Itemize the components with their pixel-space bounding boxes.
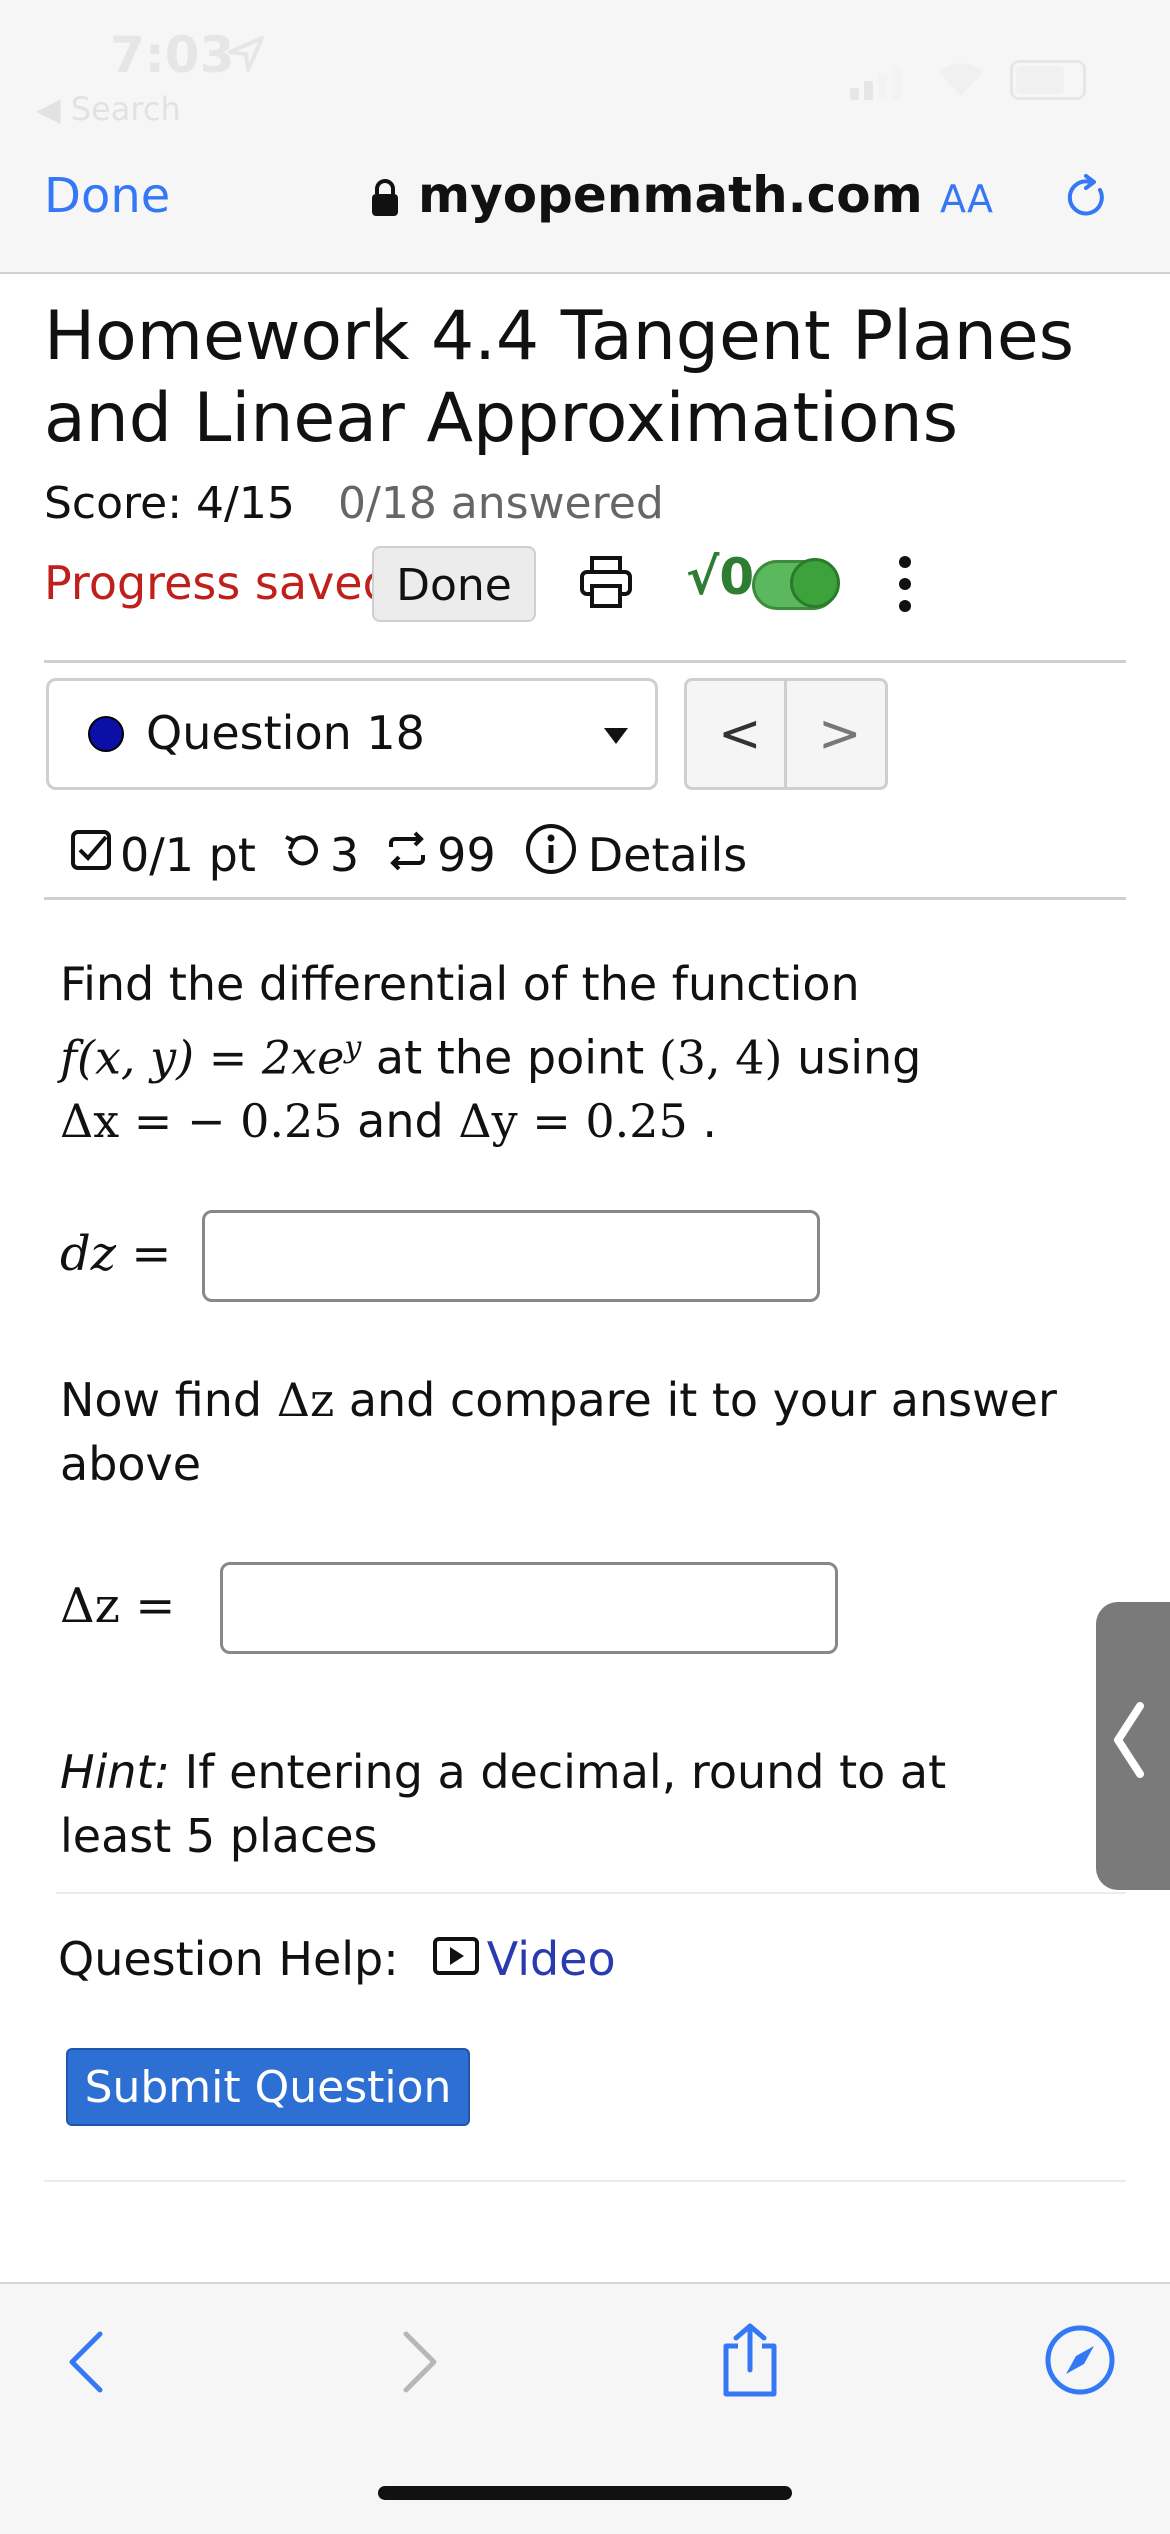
browser-forward-icon[interactable]	[400, 2330, 440, 2398]
hint-text: Hint: If entering a decimal, round to at…	[60, 1740, 1060, 1868]
nav-divider	[784, 680, 787, 788]
divider	[44, 2180, 1126, 2182]
battery-level	[1016, 66, 1064, 94]
hint-body: If entering a decimal, round to at least…	[60, 1745, 947, 1863]
equals-sign: =	[194, 1030, 262, 1085]
question-meta: 0/1 pt 3 99 Details	[70, 822, 747, 887]
delta-z-label-wrap: Δz =	[60, 1578, 176, 1634]
equals-sign: =	[517, 1094, 586, 1149]
dz-label: dz	[60, 1226, 117, 1282]
checkbox-icon	[70, 828, 112, 882]
question-status-dot	[88, 716, 124, 752]
home-indicator	[378, 2486, 792, 2500]
question-delta-line: Δx = − 0.25 and Δy = 0.25 .	[60, 1089, 1120, 1153]
page-title: Homework 4.4 Tangent Planes and Linear A…	[44, 297, 1075, 458]
signal-icon	[850, 66, 910, 104]
question-select-value: Question 18	[146, 706, 425, 760]
divider	[44, 660, 1126, 663]
dz-answer-input[interactable]	[202, 1210, 820, 1302]
status-time: 7:03	[110, 26, 235, 84]
delta-x-symbol: Δx	[60, 1094, 120, 1149]
delta-z-answer-input[interactable]	[220, 1562, 838, 1654]
delta-y-value: 0.25	[585, 1094, 688, 1149]
delta-x-value: − 0.25	[186, 1094, 343, 1149]
at-point-text: at the point	[361, 1030, 659, 1085]
text-size-button[interactable]: AA	[940, 168, 993, 224]
progress-status: Progress saved	[44, 556, 392, 610]
back-to-search-link[interactable]: ◀ Search	[36, 90, 181, 128]
hint-label: Hint:	[60, 1745, 171, 1799]
function-name: f(x, y)	[60, 1030, 195, 1085]
and-text: and	[342, 1094, 459, 1149]
dropdown-caret-icon	[604, 728, 628, 744]
reload-icon[interactable]	[1064, 174, 1110, 224]
question-help: Question Help: Video	[58, 1932, 616, 1986]
more-options-icon[interactable]	[895, 554, 915, 618]
browser-back-icon[interactable]	[66, 2330, 106, 2398]
question-intro: Find the differential of the function	[60, 957, 860, 1011]
prev-question-button[interactable]: <	[718, 704, 762, 764]
lock-icon	[370, 178, 400, 222]
delta-y-symbol: Δy	[458, 1094, 518, 1149]
browser-done-button[interactable]: Done	[44, 168, 170, 224]
question-function-line: f(x, y) = 2xey at the point (3, 4) using	[60, 1016, 1120, 1089]
dz-label-wrap: dz =	[60, 1226, 172, 1282]
answered-count: 0/18 answered	[338, 478, 664, 529]
period: .	[687, 1094, 718, 1149]
question-prompt: Find the differential of the function f(…	[60, 952, 1120, 1153]
attempts-count: 99	[437, 827, 496, 882]
now-pre: Now find	[60, 1373, 277, 1427]
attempts-icon	[385, 828, 429, 882]
next-question-button[interactable]: >	[818, 704, 862, 764]
delta-z-label: Δz	[60, 1578, 120, 1634]
math-entry-icon: √0	[686, 548, 755, 606]
print-icon[interactable]	[578, 554, 634, 614]
video-icon	[432, 1932, 479, 1986]
using-text: using	[782, 1030, 922, 1085]
url-address-bar[interactable]: myopenmath.com	[418, 166, 923, 224]
details-link[interactable]: Details	[588, 828, 747, 882]
info-icon[interactable]	[524, 822, 578, 887]
retries-count: 3	[329, 827, 360, 882]
video-link[interactable]: Video	[487, 1932, 616, 1986]
submit-question-button[interactable]: Submit Question	[66, 2048, 470, 2126]
point-value: (3, 4)	[658, 1030, 783, 1085]
toggle-knob	[790, 558, 840, 608]
chevron-left-icon	[1108, 1700, 1148, 1800]
question-help-label: Question Help:	[58, 1932, 399, 1986]
wifi-icon	[935, 58, 987, 102]
equals-sign: =	[119, 1094, 187, 1149]
points-text: 0/1 pt	[120, 827, 256, 882]
function-exponent: y	[344, 1030, 362, 1065]
location-arrow-icon	[226, 34, 266, 78]
delta-z-symbol: Δz	[276, 1373, 335, 1427]
divider	[44, 897, 1126, 900]
retry-icon	[282, 828, 322, 882]
divider	[56, 1892, 1126, 1894]
score-text: Score: 4/15	[44, 478, 295, 529]
share-icon[interactable]	[718, 2322, 782, 2402]
compass-icon[interactable]	[1044, 2324, 1116, 2400]
function-expression: 2xe	[261, 1030, 345, 1085]
done-button[interactable]: Done	[372, 546, 536, 622]
text-size-label: AA	[940, 177, 994, 221]
compare-instruction: Now find Δz and compare it to your answe…	[60, 1368, 1100, 1496]
